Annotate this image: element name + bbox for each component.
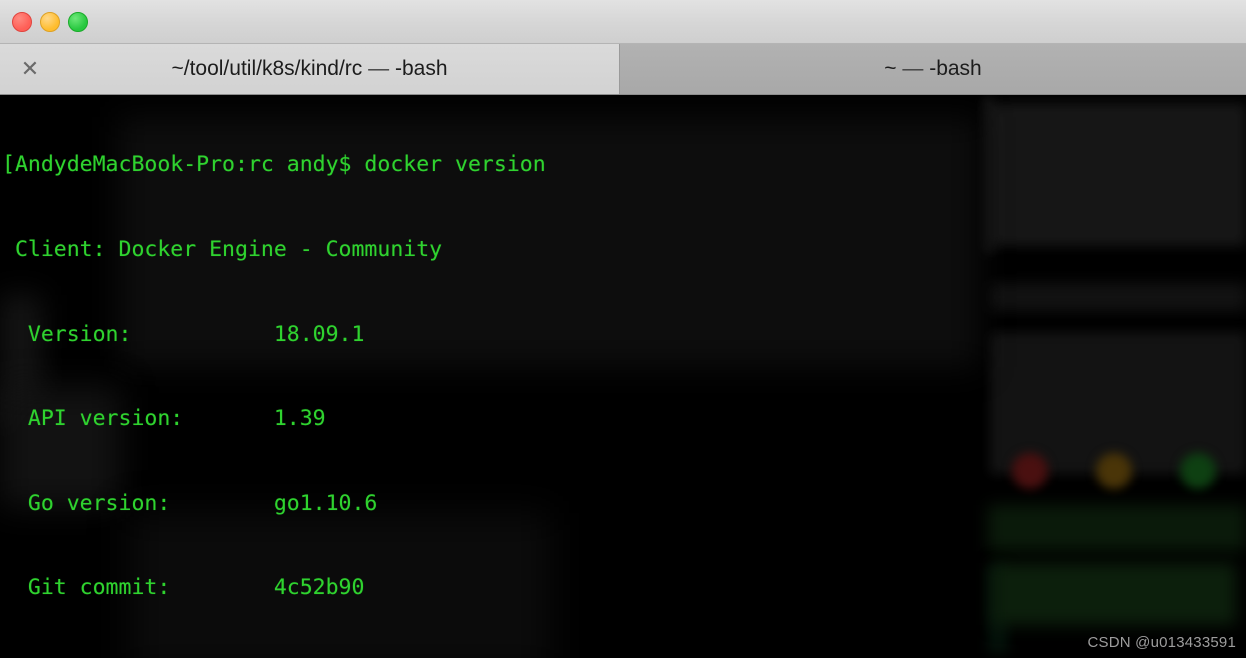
terminal-line: API version: 1.39	[2, 406, 326, 432]
terminal-line: [AndydeMacBook-Pro:rc andy$ docker versi…	[2, 152, 546, 178]
close-icon[interactable]: ✕	[10, 44, 50, 94]
terminal-output: [AndydeMacBook-Pro:rc andy$ docker versi…	[0, 95, 623, 658]
minimize-window-button[interactable]	[40, 12, 60, 32]
tab-shell: -bash	[929, 57, 982, 80]
traffic-light-group	[12, 12, 88, 32]
background-ghost-panel	[988, 103, 1246, 246]
background-ghost-strip	[990, 283, 1246, 311]
background-ghost-green-c	[988, 565, 1008, 653]
terminal-line: Client: Docker Engine - Community	[2, 237, 443, 262]
terminal-line: Git commit: 4c52b90	[2, 575, 365, 601]
tab-shell: -bash	[394, 57, 448, 80]
close-window-button[interactable]	[12, 12, 32, 32]
window-titlebar	[0, 0, 1246, 44]
zoom-window-button[interactable]	[68, 12, 88, 32]
tab-separator: —	[896, 57, 930, 80]
background-ghost-edge	[982, 95, 994, 255]
terminal-window: ✕ ~/tool/util/k8s/kind/rc — -bash ~ — -b…	[0, 0, 1246, 658]
tab-rc-bash[interactable]: ✕ ~/tool/util/k8s/kind/rc — -bash	[0, 44, 620, 94]
tab-title: ~/tool/util/k8s/kind/rc — -bash	[171, 57, 447, 81]
tab-path: ~/tool/util/k8s/kind/rc	[171, 57, 363, 80]
ghost-minimize-icon	[1096, 453, 1132, 489]
tab-bar: ✕ ~/tool/util/k8s/kind/rc — -bash ~ — -b…	[0, 44, 1246, 95]
watermark: CSDN @u013433591	[1087, 634, 1236, 651]
tab-title: ~ — -bash	[884, 57, 981, 81]
tab-home-bash[interactable]: ~ — -bash	[620, 44, 1246, 94]
background-ghost-traffic-lights	[1012, 453, 1216, 489]
terminal-line: Go version: go1.10.6	[2, 490, 378, 516]
background-ghost-green-b	[992, 563, 1236, 625]
ghost-zoom-icon	[1180, 453, 1216, 489]
tab-separator: —	[362, 57, 395, 80]
tab-path: ~	[884, 57, 897, 80]
terminal-line: Version: 18.09.1	[2, 321, 365, 347]
ghost-close-icon	[1012, 453, 1048, 489]
terminal-screen[interactable]: [AndydeMacBook-Pro:rc andy$ docker versi…	[0, 95, 1246, 658]
background-ghost-green-a	[988, 505, 1246, 551]
